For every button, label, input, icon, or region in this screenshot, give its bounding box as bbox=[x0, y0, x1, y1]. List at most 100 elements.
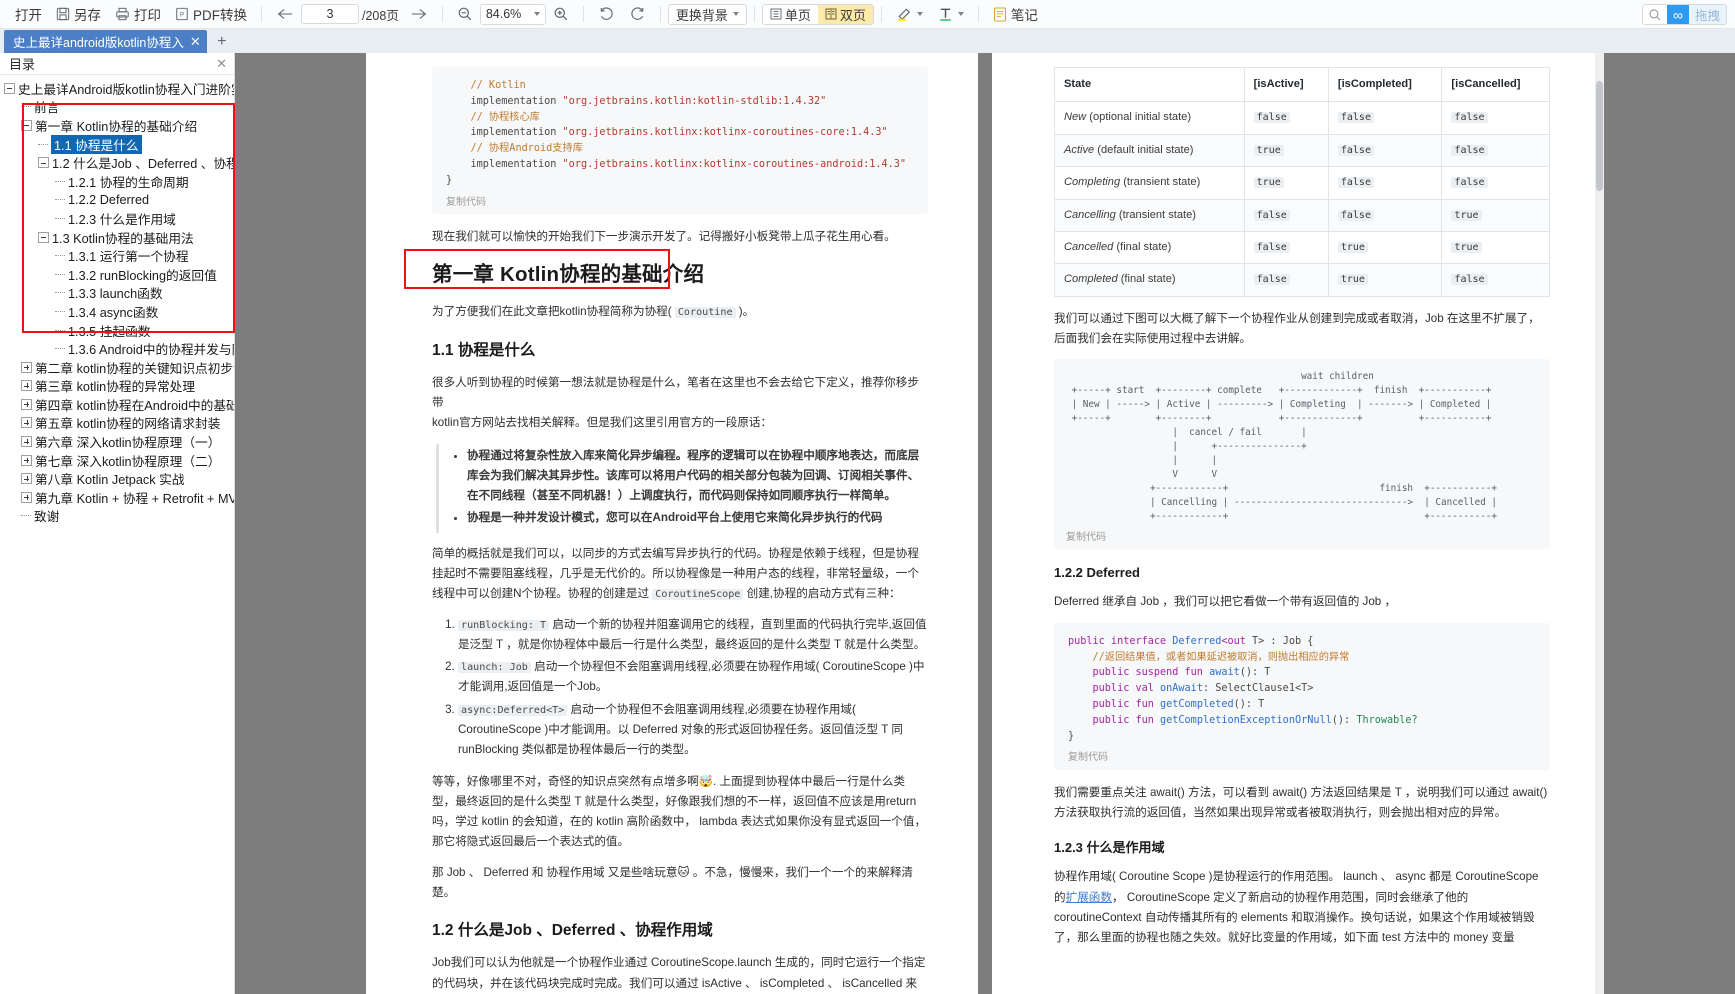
outline-item-label: 1.3.5 挂起函数 bbox=[68, 324, 151, 339]
chevron-down-icon[interactable] bbox=[916, 12, 923, 16]
prev-page-button[interactable] bbox=[269, 5, 301, 23]
expand-icon[interactable] bbox=[21, 491, 32, 503]
copy-code-button[interactable]: 复制代码 bbox=[446, 189, 914, 211]
boolean-value: true bbox=[1337, 274, 1368, 286]
save-as-button[interactable]: 另存 bbox=[49, 2, 108, 26]
outline-item[interactable]: 1.3.2 runBlocking的返回值 bbox=[0, 265, 234, 284]
copy-code-button[interactable]: 复制代码 bbox=[1068, 744, 1536, 766]
page-heading-chapter1: 第一章 Kotlin协程的基础介绍 bbox=[432, 263, 705, 287]
pdf-convert-label: PDF转换 bbox=[193, 8, 247, 23]
page-mode-group: 单页 双页 bbox=[761, 3, 874, 25]
infinity-icon[interactable]: ∞ bbox=[1667, 5, 1689, 24]
outline-header: 目录 ✕ bbox=[0, 53, 234, 75]
boolean-value: false bbox=[1451, 274, 1488, 286]
zoom-out-button[interactable] bbox=[450, 4, 480, 24]
toolbar-divider bbox=[582, 6, 584, 22]
boolean-value: false bbox=[1337, 177, 1374, 189]
outline-item[interactable]: 第一章 Kotlin协程的基础介绍 bbox=[0, 116, 234, 135]
outline-item[interactable]: 1.3 Kotlin协程的基础用法 bbox=[0, 228, 234, 247]
chevron-down-icon bbox=[732, 12, 739, 16]
outline-item[interactable]: 1.1 协程是什么 bbox=[0, 134, 234, 154]
collapse-icon[interactable] bbox=[21, 119, 32, 131]
single-page-button[interactable]: 单页 bbox=[762, 4, 818, 24]
table-cell-iscancelled: true bbox=[1441, 231, 1550, 265]
arrow-right-icon bbox=[410, 7, 428, 21]
table-row: Completing (transient state) true false fal… bbox=[1054, 166, 1550, 200]
expand-icon[interactable] bbox=[21, 417, 32, 429]
tree-connector bbox=[38, 143, 48, 145]
list-item: 协程通过将复杂性放入库来简化异步编程。程序的逻辑可以在协程中顺序地表达，而底层库… bbox=[467, 446, 928, 507]
collapse-icon[interactable] bbox=[38, 231, 49, 243]
search-box[interactable]: ∞ 拖拽 bbox=[1642, 4, 1727, 25]
scrollbar-thumb[interactable] bbox=[1596, 81, 1603, 191]
outline-item[interactable]: 1.3.4 async函数 bbox=[0, 302, 234, 321]
outline-item[interactable]: 第七章 深入kotlin协程原理（二） bbox=[0, 451, 234, 470]
boolean-value: true bbox=[1253, 177, 1284, 189]
outline-item[interactable]: 第三章 kotlin协程的异常处理 bbox=[0, 377, 234, 396]
outline-item[interactable]: 1.3.3 launch函数 bbox=[0, 284, 234, 303]
outline-item[interactable]: 1.2.2 Deferred bbox=[0, 191, 234, 210]
close-icon[interactable]: ✕ bbox=[190, 34, 201, 50]
page-scrollbar[interactable] bbox=[1595, 53, 1604, 994]
new-tab-button[interactable]: + bbox=[207, 30, 237, 53]
boolean-value: false bbox=[1451, 177, 1488, 189]
outline-item[interactable]: 1.2.1 协程的生命周期 bbox=[0, 172, 234, 191]
outline-item[interactable]: 1.3.5 挂起函数 bbox=[0, 321, 234, 340]
boolean-value: false bbox=[1337, 209, 1374, 221]
print-button[interactable]: 打印 bbox=[108, 2, 168, 26]
state-name: Active bbox=[1064, 143, 1095, 156]
open-button[interactable]: 打开 bbox=[8, 2, 49, 26]
outline-item[interactable]: 致谢 bbox=[0, 507, 234, 526]
outline-item[interactable]: 史上最详Android版kotlin协程入门进阶实战 bbox=[0, 79, 234, 98]
notes-label: 笔记 bbox=[1010, 8, 1038, 23]
expand-icon[interactable] bbox=[21, 454, 32, 466]
print-label: 打印 bbox=[134, 8, 161, 23]
notes-button[interactable]: 笔记 bbox=[986, 2, 1045, 26]
table-cell-iscancelled: false bbox=[1441, 166, 1550, 200]
next-page-button[interactable] bbox=[403, 5, 435, 23]
outline-item[interactable]: 1.3.1 运行第一个协程 bbox=[0, 246, 234, 265]
collapse-icon[interactable] bbox=[38, 157, 49, 169]
redo-button[interactable] bbox=[622, 4, 653, 24]
document-tab[interactable]: 史上最详android版kotlin协程入 ✕ bbox=[4, 30, 207, 53]
outline-item[interactable]: 第六章 深入kotlin协程原理（一） bbox=[0, 432, 234, 451]
outline-item[interactable]: 第八章 Kotlin Jetpack 实战 bbox=[0, 469, 234, 488]
paragraph-wait: 等等，好像哪里不对，奇怪的知识点突然有点增多啊🤯. 上面提到协程体中最后一行是什… bbox=[432, 774, 927, 849]
close-icon[interactable]: ✕ bbox=[216, 56, 227, 72]
expand-icon[interactable] bbox=[21, 380, 32, 392]
outline-item[interactable]: 第五章 kotlin协程的网络请求封装 bbox=[0, 414, 234, 433]
outline-item[interactable]: 1.3.6 Android中的协程并发与同 bbox=[0, 339, 234, 358]
expand-icon[interactable] bbox=[21, 473, 32, 485]
zoom-in-button[interactable] bbox=[546, 4, 576, 24]
boolean-value: true bbox=[1451, 242, 1482, 254]
outline-item[interactable]: 1.2 什么是Job 、Deferred 、协程作 bbox=[0, 153, 234, 172]
text-tool-button[interactable] bbox=[930, 4, 971, 24]
highlighter-button[interactable] bbox=[889, 4, 930, 24]
zoom-level-select[interactable]: 84.6% bbox=[479, 3, 546, 25]
undo-button[interactable] bbox=[591, 4, 622, 24]
extension-function-link[interactable]: 扩展函数 bbox=[1066, 891, 1112, 904]
expand-icon[interactable] bbox=[21, 398, 32, 410]
search-icon[interactable] bbox=[1643, 8, 1667, 22]
outline-item[interactable]: 前言 bbox=[0, 98, 234, 117]
state-name: Completed bbox=[1064, 273, 1118, 286]
expand-icon[interactable] bbox=[21, 436, 32, 448]
copy-code-button[interactable]: 复制代码 bbox=[1066, 524, 1538, 545]
outline-item[interactable]: 第九章 Kotlin + 协程 + Retrofit + MVV bbox=[0, 488, 234, 507]
collapse-icon[interactable] bbox=[4, 82, 15, 94]
outline-item[interactable]: 第二章 kotlin协程的关键知识点初步讲解 bbox=[0, 358, 234, 377]
page-number-input[interactable] bbox=[301, 4, 359, 24]
change-background-select[interactable]: 更换背景 bbox=[667, 3, 747, 25]
expand-icon[interactable] bbox=[21, 361, 32, 373]
table-cell-isactive: false bbox=[1243, 101, 1329, 135]
chevron-down-icon[interactable] bbox=[957, 12, 964, 16]
double-page-label: 双页 bbox=[839, 7, 866, 23]
document-tab-title: 史上最详android版kotlin协程入 bbox=[13, 36, 184, 50]
heading-1-2-3: 1.2.3 什么是作用域 bbox=[1054, 839, 1165, 855]
boolean-value: false bbox=[1337, 112, 1374, 124]
outline-item[interactable]: 1.2.3 什么是作用域 bbox=[0, 209, 234, 228]
pdf-convert-button[interactable]: P PDF转换 bbox=[168, 2, 254, 26]
double-page-button[interactable]: 双页 bbox=[817, 4, 873, 24]
outline-item[interactable]: 第四章 kotlin协程在Android中的基础应 bbox=[0, 395, 234, 414]
outline-item-label: 1.2.1 协程的生命周期 bbox=[68, 175, 189, 190]
